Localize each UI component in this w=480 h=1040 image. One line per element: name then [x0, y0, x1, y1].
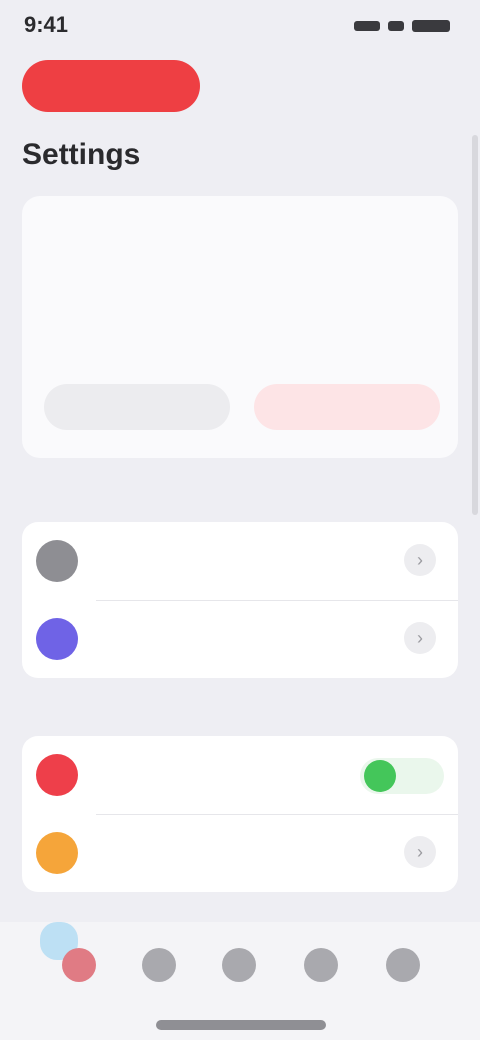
settings-group-1: › ›: [22, 522, 458, 678]
battery-icon: [412, 20, 450, 32]
toggle-knob: [364, 760, 396, 792]
card-primary-button[interactable]: [254, 384, 440, 430]
tab-3-icon[interactable]: [222, 948, 256, 982]
card-secondary-button[interactable]: [44, 384, 230, 430]
settings-row[interactable]: [22, 736, 458, 814]
tab-4-icon[interactable]: [304, 948, 338, 982]
info-card: [22, 196, 458, 458]
page-title: Settings: [22, 138, 141, 171]
settings-group-2: ›: [22, 736, 458, 892]
gray-circle-icon: [36, 540, 78, 582]
home-indicator[interactable]: [156, 1020, 326, 1030]
orange-circle-icon: [36, 832, 78, 874]
purple-circle-icon: [36, 618, 78, 660]
settings-row[interactable]: ›: [22, 814, 458, 892]
tab-5-icon[interactable]: [386, 948, 420, 982]
alert-banner-pill[interactable]: [22, 60, 200, 112]
red-circle-icon: [36, 754, 78, 796]
toggle-switch[interactable]: [360, 758, 444, 794]
tab-1-icon[interactable]: [62, 948, 96, 982]
status-bar: 9:41: [0, 0, 480, 44]
status-icons: [354, 20, 450, 32]
tab-bar: [0, 922, 480, 1040]
settings-row[interactable]: ›: [22, 522, 458, 600]
tab-2-icon[interactable]: [142, 948, 176, 982]
chevron-right-icon: ›: [404, 622, 436, 654]
chevron-right-icon: ›: [404, 836, 436, 868]
wifi-icon: [388, 21, 404, 31]
scrollbar-thumb[interactable]: [472, 135, 478, 515]
signal-icon: [354, 21, 380, 31]
status-time: 9:41: [24, 12, 69, 37]
chevron-right-icon: ›: [404, 544, 436, 576]
settings-row[interactable]: ›: [22, 600, 458, 678]
